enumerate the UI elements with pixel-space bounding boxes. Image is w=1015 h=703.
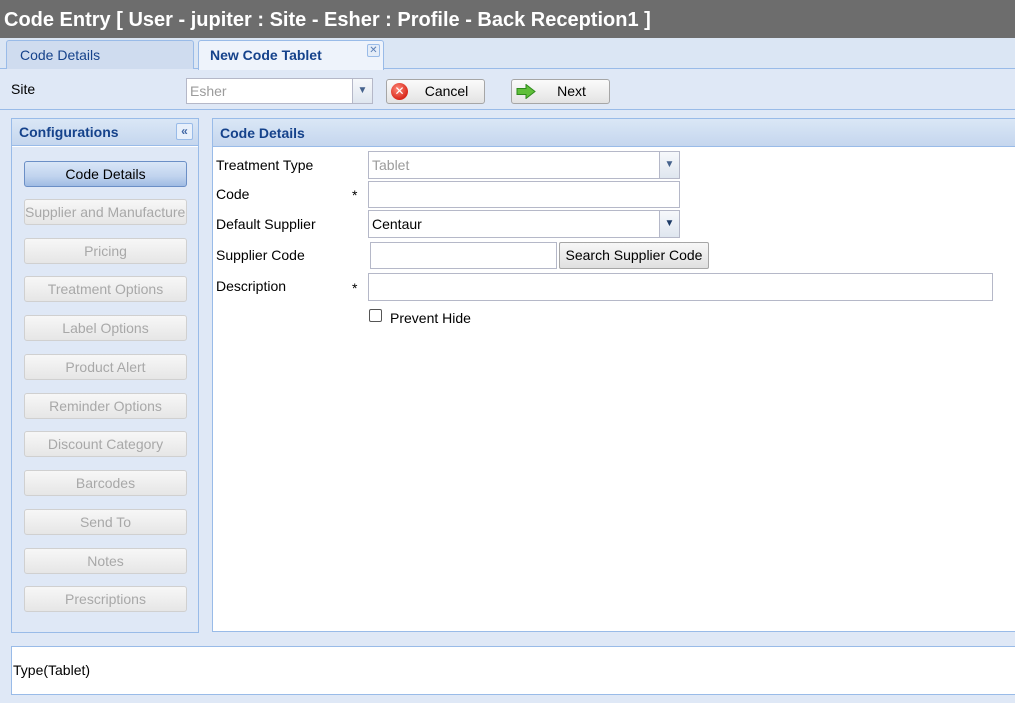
prevent-hide-checkbox[interactable] bbox=[369, 309, 382, 322]
window-title: Code Entry [ User - jupiter : Site - Esh… bbox=[0, 0, 1015, 38]
config-item-barcodes[interactable]: Barcodes bbox=[24, 470, 187, 496]
code-label: Code bbox=[216, 186, 250, 202]
config-item-pricing[interactable]: Pricing bbox=[24, 238, 187, 264]
chevron-down-icon[interactable]: ▼ bbox=[352, 79, 372, 103]
arrow-right-icon bbox=[516, 84, 536, 99]
code-details-title: Code Details bbox=[213, 119, 1015, 147]
status-text: Type(Tablet) bbox=[13, 662, 91, 678]
next-button-label: Next bbox=[557, 83, 586, 99]
cancel-button-label: Cancel bbox=[424, 83, 469, 99]
search-supplier-code-button[interactable]: Search Supplier Code bbox=[559, 242, 709, 269]
supplier-code-input[interactable] bbox=[370, 242, 557, 269]
config-item-prescriptions[interactable]: Prescriptions bbox=[24, 586, 187, 612]
config-item-treatment-options[interactable]: Treatment Options bbox=[24, 276, 187, 302]
chevron-down-icon[interactable]: ▼ bbox=[659, 152, 679, 178]
description-required-marker: * bbox=[352, 280, 358, 296]
config-item-label-options[interactable]: Label Options bbox=[24, 315, 187, 341]
config-item-send-to[interactable]: Send To bbox=[24, 509, 187, 535]
treatment-type-label: Treatment Type bbox=[216, 157, 314, 173]
treatment-type-value: Tablet bbox=[372, 157, 410, 173]
code-input[interactable] bbox=[368, 181, 680, 208]
chevron-down-icon[interactable]: ▼ bbox=[659, 211, 679, 237]
description-input[interactable] bbox=[368, 273, 993, 301]
description-label: Description bbox=[216, 278, 287, 294]
tab-close-icon[interactable]: ✕ bbox=[367, 44, 380, 57]
default-supplier-value: Centaur bbox=[372, 216, 422, 232]
treatment-type-select[interactable] bbox=[368, 151, 680, 179]
status-bar bbox=[11, 646, 1015, 695]
cancel-icon: ✕ bbox=[391, 83, 408, 100]
default-supplier-label: Default Supplier bbox=[216, 216, 316, 232]
config-item-notes[interactable]: Notes bbox=[24, 548, 187, 574]
collapse-left-icon[interactable]: « bbox=[176, 123, 193, 140]
site-select-value: Esher bbox=[190, 83, 227, 99]
configurations-title: Configurations bbox=[12, 119, 198, 146]
config-item-discount-category[interactable]: Discount Category bbox=[24, 431, 187, 457]
site-label: Site bbox=[11, 81, 36, 97]
tab-new-code-tablet[interactable]: New Code Tablet bbox=[198, 40, 384, 70]
config-item-reminder-options[interactable]: Reminder Options bbox=[24, 393, 187, 419]
tab-code-details[interactable]: Code Details bbox=[6, 40, 194, 69]
code-required-marker: * bbox=[352, 187, 358, 203]
toolbar bbox=[0, 70, 1015, 110]
supplier-code-label: Supplier Code bbox=[216, 247, 305, 263]
config-item-supplier-manufacturer[interactable]: Supplier and Manufacturer bbox=[24, 199, 187, 225]
prevent-hide-label: Prevent Hide bbox=[390, 310, 471, 326]
config-item-code-details[interactable]: Code Details bbox=[24, 161, 187, 187]
config-item-product-alert[interactable]: Product Alert bbox=[24, 354, 187, 380]
